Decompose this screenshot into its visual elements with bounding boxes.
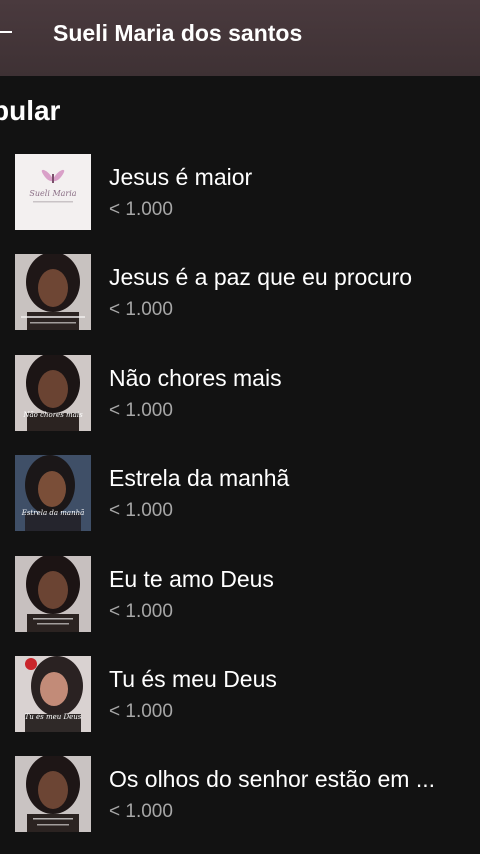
track-row[interactable]: Os olhos do senhor estão em ... < 1.000 bbox=[0, 752, 480, 852]
album-cover-image: Estrela da manhã bbox=[15, 455, 91, 532]
track-row[interactable]: Eu te amo Deus < 1.000 bbox=[0, 552, 480, 652]
track-title: Eu te amo Deus bbox=[109, 565, 274, 592]
top-bar: Sueli Maria dos santos bbox=[0, 0, 480, 76]
album-cover-image: Tu és meu Deus bbox=[15, 655, 91, 732]
play-count: < 1.000 bbox=[109, 600, 173, 622]
track-row[interactable]: Não chores mais Não chores mais < 1.000 bbox=[0, 351, 480, 451]
play-count: < 1.000 bbox=[109, 199, 173, 220]
track-row[interactable]: Sueli Maria Jesus é maior < 1.000 bbox=[0, 150, 480, 250]
album-cover-image bbox=[15, 254, 91, 331]
album-cover-image bbox=[15, 756, 91, 833]
play-count: < 1.000 bbox=[109, 700, 173, 722]
cover-text: Tu és meu Deus bbox=[25, 713, 82, 721]
play-count: < 1.000 bbox=[109, 399, 173, 421]
track-title: Estrela da manhã bbox=[109, 465, 290, 492]
play-count: < 1.000 bbox=[109, 500, 173, 522]
track-title: Não chores mais bbox=[109, 364, 282, 391]
popular-section-title: pular bbox=[0, 95, 61, 126]
play-count: < 1.000 bbox=[109, 299, 173, 321]
track-title: Os olhos do senhor estão em ... bbox=[109, 766, 436, 793]
track-title: Jesus é a paz que eu procuro bbox=[109, 264, 413, 291]
track-row[interactable]: Estrela da manhã Estrela da manhã < 1.00… bbox=[0, 451, 480, 551]
track-title: Jesus é maior bbox=[109, 164, 253, 190]
album-cover-image: Não chores mais bbox=[15, 354, 91, 431]
cover-text: Sueli Maria bbox=[29, 189, 76, 198]
track-row[interactable]: Tu és meu Deus Tu és meu Deus < 1.000 bbox=[0, 652, 480, 752]
track-row[interactable]: Jesus é a paz que eu procuro < 1.000 bbox=[0, 250, 480, 350]
popular-track-list: Sueli Maria Jesus é maior < 1.000 Jesus … bbox=[0, 150, 480, 853]
cover-text: Estrela da manhã bbox=[21, 509, 85, 517]
album-cover-image: Sueli Maria bbox=[15, 154, 91, 230]
album-cover-image bbox=[15, 555, 91, 632]
artist-title: Sueli Maria dos santos bbox=[53, 20, 303, 46]
play-count: < 1.000 bbox=[109, 801, 173, 823]
cover-text: Não chores mais bbox=[22, 411, 83, 419]
track-title: Tu és meu Deus bbox=[109, 665, 277, 692]
back-arrow-icon[interactable] bbox=[0, 31, 12, 33]
